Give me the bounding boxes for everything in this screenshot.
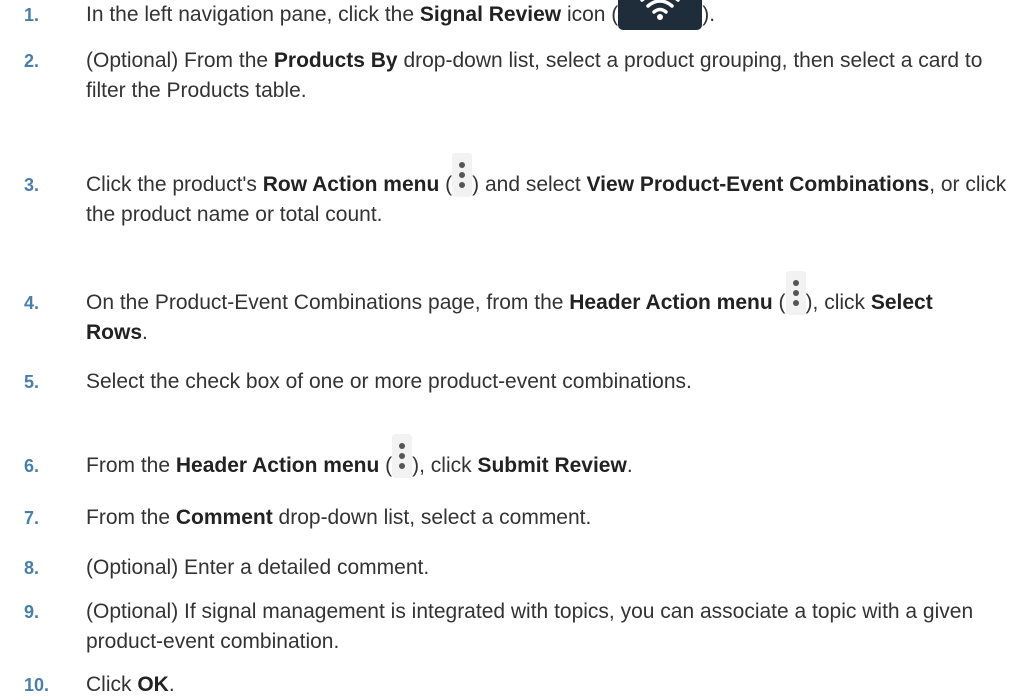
kebab-menu-icon — [452, 153, 473, 197]
kebab-menu-icon — [785, 271, 806, 315]
step-text-segment: icon ( — [561, 3, 619, 26]
ui-term-submit-review: Submit Review — [477, 454, 627, 477]
step-text-segment: ). — [702, 3, 716, 26]
step-text-segment: In the left navigation pane, click the — [86, 3, 420, 26]
step-text-segment: ( — [439, 173, 453, 196]
ui-term-row-action-menu: Row Action menu — [262, 173, 440, 196]
step-text-segment: From the — [86, 506, 176, 529]
step-text-segment: Click — [86, 673, 138, 696]
step-text-segment: . — [168, 673, 175, 696]
ui-term-view-product-event-combinations: View Product-Event Combinations — [586, 173, 930, 196]
step-text-segment: . — [142, 321, 148, 344]
step-number: 2. — [24, 51, 40, 71]
procedure-steps: 1. In the left navigation pane, click th… — [0, 0, 1015, 698]
step-text-segment: ), click — [412, 454, 478, 477]
step-text: From the Comment drop-down list, select … — [86, 503, 1007, 533]
step-number: 7. — [24, 508, 40, 528]
ui-term-header-action-menu: Header Action menu — [175, 454, 380, 477]
step-number: 1. — [24, 5, 40, 25]
step-text-segment: Click the product's — [86, 173, 263, 196]
step-text: Click OK. — [86, 670, 1007, 700]
ui-term-signal-review: Signal Review — [419, 3, 562, 26]
step-text-segment: ( — [379, 454, 393, 477]
ui-term-header-action-menu: Header Action menu — [569, 291, 773, 314]
step-text: (Optional) From the Products By drop-dow… — [86, 46, 1007, 106]
step-text: In the left navigation pane, click the S… — [86, 0, 1007, 30]
step-text: Click the product's Row Action menu ( ) a… — [86, 153, 1007, 230]
step-text-segment: From the — [86, 454, 176, 477]
step-number: 5. — [24, 372, 40, 392]
wifi-signal-icon — [618, 0, 703, 30]
step-text-segment: . — [626, 454, 633, 477]
step-text: Select the check box of one or more prod… — [86, 370, 692, 393]
step-number: 9. — [24, 602, 40, 622]
step-number: 10. — [24, 675, 50, 695]
step-text: From the Header Action menu ( ), click Su… — [86, 434, 1007, 481]
step-text: On the Product-Event Combinations page, … — [86, 271, 995, 348]
step-text-segment: On the Product-Event Combinations page, … — [86, 291, 570, 314]
step-text-segment: ( — [772, 291, 786, 314]
step-text-segment: drop-down list, select a comment. — [272, 506, 592, 529]
step-text-segment: ), click — [805, 291, 871, 314]
step-text: (Optional) If signal management is integ… — [86, 600, 974, 653]
step-number: 8. — [24, 558, 40, 578]
step-text-segment: ) and select — [472, 173, 587, 196]
step-number: 4. — [24, 293, 40, 313]
ui-term-comment: Comment — [175, 506, 273, 529]
step-number: 6. — [24, 456, 40, 476]
ui-term-ok: OK — [137, 673, 169, 696]
kebab-menu-icon — [392, 434, 413, 478]
step-number: 3. — [24, 175, 40, 195]
ui-term-products-by: Products By — [273, 49, 398, 72]
step-text: (Optional) Enter a detailed comment. — [86, 556, 430, 579]
step-text-segment: (Optional) From the — [86, 49, 274, 72]
